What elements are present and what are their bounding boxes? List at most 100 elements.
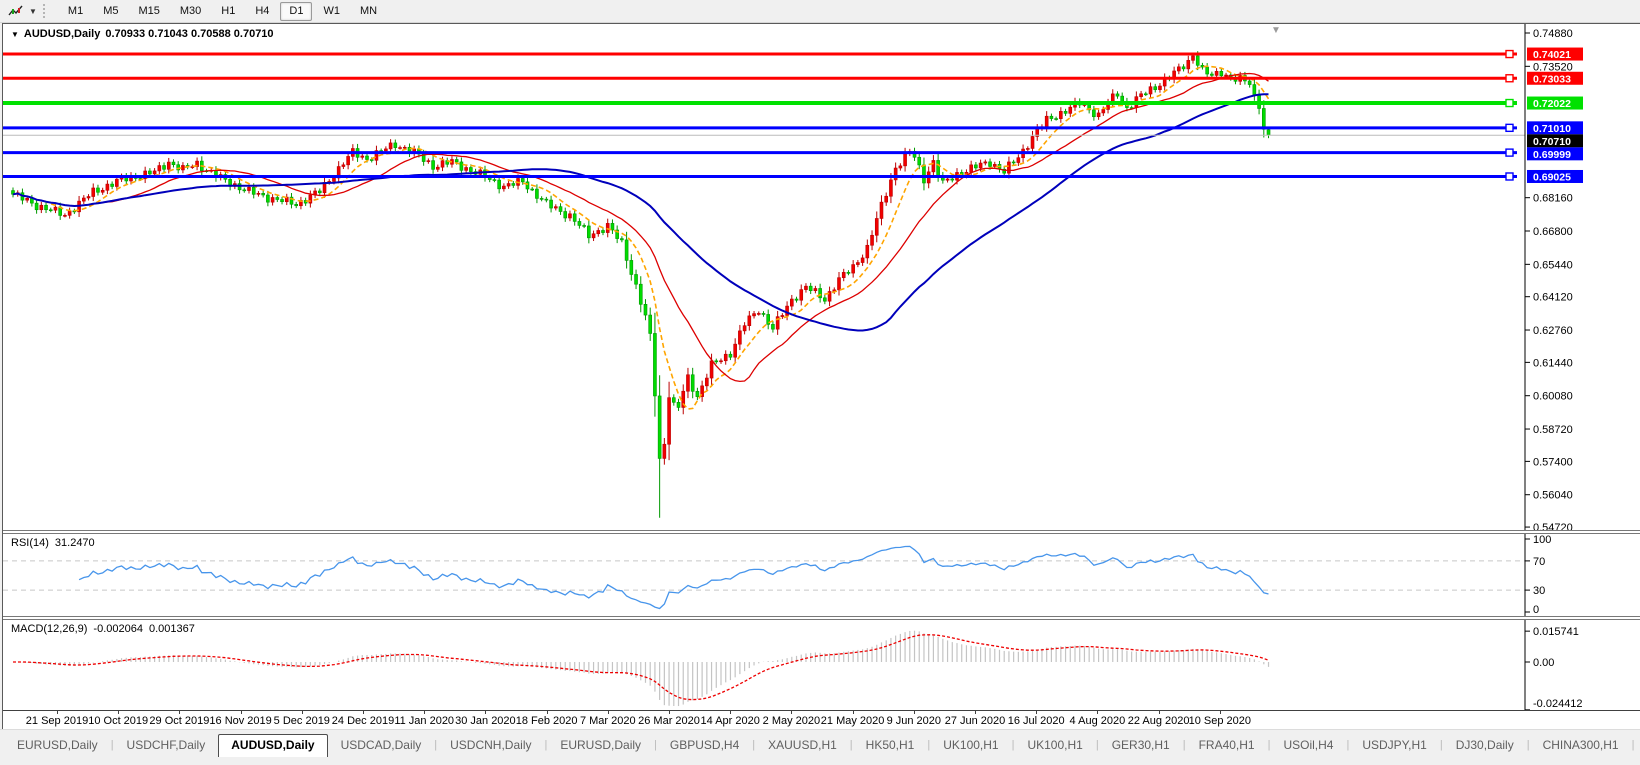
chart-tab-bar: EURUSD,Daily | USDCHF,Daily AUDUSD,Daily USD… bbox=[0, 729, 1640, 757]
time-axis-tick bbox=[485, 711, 487, 714]
chart-tab-hk50-h1[interactable]: HK50,H1 bbox=[853, 734, 928, 757]
chart-tab-uk100-h1[interactable]: UK100,H1 bbox=[930, 734, 1011, 757]
svg-text:0.60080: 0.60080 bbox=[1533, 391, 1573, 403]
timeframe-button-h1[interactable]: H1 bbox=[212, 2, 244, 21]
time-axis-label: 16 Nov 2019 bbox=[209, 715, 272, 727]
scroll-to-end-icon[interactable]: ▼ bbox=[1271, 25, 1281, 36]
macd-signal-value: 0.001367 bbox=[148, 623, 195, 635]
time-axis-label: 11 Jan 2020 bbox=[394, 715, 455, 727]
chart-tab-usdjpy-h1[interactable]: USDJPY,H1 bbox=[1349, 734, 1439, 757]
time-axis-label: 30 Jan 2020 bbox=[455, 715, 516, 727]
time-axis-tick bbox=[913, 711, 915, 714]
chart-tab-audusd-daily[interactable]: AUDUSD,Daily bbox=[218, 734, 328, 757]
chart-tab-gbpusd-h4[interactable]: GBPUSD,H4 bbox=[657, 734, 752, 757]
top-toolbar: ▼ M1 M5 M15 M30 H1 H4 D1 W1 MN bbox=[0, 0, 1640, 23]
chart-tab-ger30-h1[interactable]: GER30,H1 bbox=[1099, 734, 1183, 757]
macd-pane[interactable]: MACD(12,26,9) -0.002064 0.001367 0.01574… bbox=[3, 620, 1640, 710]
time-axis-label: 18 Feb 2020 bbox=[515, 715, 578, 727]
time-axis-label: 26 Mar 2020 bbox=[638, 715, 700, 727]
svg-text:70: 70 bbox=[1533, 556, 1545, 568]
svg-text:0.70710: 0.70710 bbox=[1533, 136, 1571, 148]
timeframe-button-m15[interactable]: M15 bbox=[129, 2, 168, 21]
rsi-chart-canvas[interactable]: 100 70 30 0 bbox=[3, 534, 1640, 616]
time-axis-tick bbox=[546, 711, 548, 714]
chart-tab-dj30-daily[interactable]: DJ30,Daily bbox=[1443, 734, 1527, 757]
time-axis-tick bbox=[118, 711, 120, 714]
time-axis-tick bbox=[1036, 711, 1038, 714]
svg-text:0.73033: 0.73033 bbox=[1533, 73, 1571, 85]
svg-text:0.58720: 0.58720 bbox=[1533, 424, 1573, 436]
rsi-pane[interactable]: RSI(14) 31.2470 100 70 30 0 bbox=[3, 534, 1640, 616]
chart-tab-usdcnh-daily[interactable]: USDCNH,Daily bbox=[437, 734, 544, 757]
chart-tab-usoil-h1[interactable]: USOil,H1 bbox=[1634, 734, 1640, 757]
time-axis-tick bbox=[240, 711, 242, 714]
time-axis-tick bbox=[57, 711, 58, 714]
toolbar-grip bbox=[42, 4, 52, 18]
time-axis-tick bbox=[301, 711, 303, 714]
timeframe-button-w1[interactable]: W1 bbox=[314, 2, 349, 21]
svg-text:0.69025: 0.69025 bbox=[1533, 171, 1571, 183]
chart-ohlc-values: 0.70933 0.71043 0.70588 0.70710 bbox=[105, 28, 274, 40]
svg-text:0.56040: 0.56040 bbox=[1533, 490, 1573, 502]
chart-tab-eurusd-daily[interactable]: EURUSD,Daily bbox=[547, 734, 654, 757]
time-axis-label: 10 Sep 2020 bbox=[1188, 715, 1251, 727]
svg-text:0.64120: 0.64120 bbox=[1533, 292, 1573, 304]
time-axis-label: 5 Dec 2019 bbox=[273, 715, 330, 727]
macd-chart-canvas[interactable]: 0.015741 0.00 -0.024412 bbox=[3, 620, 1640, 710]
svg-text:0.61440: 0.61440 bbox=[1533, 357, 1573, 369]
toolbar-dropdown-caret-icon[interactable]: ▼ bbox=[29, 7, 37, 16]
chart-title-caret-icon[interactable]: ▼ bbox=[11, 30, 19, 39]
time-axis-label: 21 May 2020 bbox=[820, 715, 885, 727]
svg-text:0.62760: 0.62760 bbox=[1533, 325, 1573, 337]
chart-tab-china300-h1[interactable]: CHINA300,H1 bbox=[1530, 734, 1632, 757]
time-axis-tick bbox=[730, 711, 732, 714]
timeframe-button-mn[interactable]: MN bbox=[351, 2, 386, 21]
time-axis-tick bbox=[424, 711, 426, 714]
price-pane[interactable]: ▼ AUDUSD,Daily 0.70933 0.71043 0.70588 0… bbox=[3, 24, 1640, 530]
chart-tab-xauusd-h1[interactable]: XAUUSD,H1 bbox=[755, 734, 850, 757]
chart-tab-eurusd-daily[interactable]: EURUSD,Daily bbox=[4, 734, 111, 757]
rsi-title: RSI(14) 31.2470 bbox=[11, 537, 95, 549]
svg-text:0.65440: 0.65440 bbox=[1533, 259, 1573, 271]
time-axis-tick bbox=[363, 711, 364, 714]
timeframe-button-d1[interactable]: D1 bbox=[280, 1, 313, 21]
timeframe-button-m5[interactable]: M5 bbox=[94, 2, 127, 21]
price-chart-canvas[interactable]: 0.74880 0.73520 0.68160 0.66800 0.65440 0.641… bbox=[3, 24, 1640, 530]
time-axis-label: 16 Jul 2020 bbox=[1007, 715, 1065, 727]
svg-text:0.73520: 0.73520 bbox=[1533, 61, 1573, 73]
svg-text:0.72022: 0.72022 bbox=[1533, 98, 1571, 110]
macd-main-value: -0.002064 bbox=[93, 623, 143, 635]
svg-text:0.015741: 0.015741 bbox=[1533, 626, 1579, 638]
chart-tab-fra40-h1[interactable]: FRA40,H1 bbox=[1186, 734, 1268, 757]
time-axis-tick bbox=[179, 711, 181, 714]
time-axis-tick bbox=[1158, 711, 1160, 714]
time-axis-label: 24 Dec 2019 bbox=[331, 715, 395, 727]
timeframe-button-m30[interactable]: M30 bbox=[171, 2, 210, 21]
time-axis-label: 27 Jun 2020 bbox=[944, 715, 1006, 727]
chart-tab-usdcad-daily[interactable]: USDCAD,Daily bbox=[328, 734, 435, 757]
macd-title: MACD(12,26,9) -0.002064 0.001367 bbox=[11, 623, 195, 635]
time-axis[interactable]: 21 Sep 2019 10 Oct 2019 29 Oct 2019 16 Nov … bbox=[3, 710, 1640, 730]
chart-title: ▼ AUDUSD,Daily 0.70933 0.71043 0.70588 0… bbox=[11, 28, 274, 40]
svg-text:100: 100 bbox=[1533, 534, 1551, 546]
svg-text:0: 0 bbox=[1533, 604, 1539, 616]
chart-tab-usdchf-daily[interactable]: USDCHF,Daily bbox=[114, 734, 219, 757]
time-axis-label: 2 May 2020 bbox=[762, 715, 821, 727]
svg-text:0.66800: 0.66800 bbox=[1533, 226, 1573, 238]
status-strip bbox=[0, 757, 1640, 765]
timeframe-button-m1[interactable]: M1 bbox=[59, 2, 92, 21]
svg-text:0.54720: 0.54720 bbox=[1533, 522, 1573, 530]
timeframe-button-h4[interactable]: H4 bbox=[246, 2, 278, 21]
svg-text:0.69999: 0.69999 bbox=[1533, 149, 1571, 161]
chart-cursor-icon[interactable] bbox=[3, 2, 29, 20]
svg-text:0.68160: 0.68160 bbox=[1533, 193, 1573, 205]
time-axis-tick bbox=[852, 711, 854, 714]
chart-tab-uk100-h1[interactable]: UK100,H1 bbox=[1014, 734, 1095, 757]
chart-tab-usoil-h4[interactable]: USOil,H4 bbox=[1270, 734, 1346, 757]
svg-text:0.00: 0.00 bbox=[1533, 657, 1554, 669]
svg-text:-0.024412: -0.024412 bbox=[1533, 698, 1583, 710]
time-axis-tick bbox=[607, 711, 609, 714]
time-axis-label: 22 Aug 2020 bbox=[1127, 715, 1190, 727]
rsi-value: 31.2470 bbox=[54, 537, 95, 549]
svg-text:0.71010: 0.71010 bbox=[1533, 123, 1571, 135]
